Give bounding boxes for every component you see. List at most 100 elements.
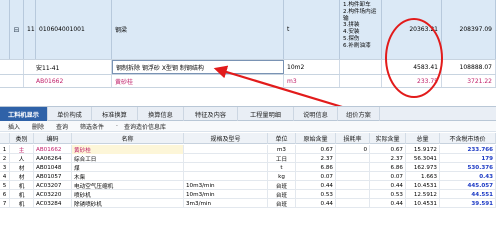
cell-loss[interactable] — [336, 190, 370, 199]
collapse-icon[interactable]: ⊟ — [10, 0, 24, 59]
cell-loss[interactable] — [336, 154, 370, 163]
cell-unit[interactable]: 工日 — [268, 154, 296, 163]
cell-name[interactable]: 煤 — [72, 163, 184, 172]
cell-loss[interactable] — [336, 163, 370, 172]
cell-idx: 2 — [0, 154, 10, 163]
cell-total[interactable]: 10.4531 — [406, 181, 440, 190]
cell-orig[interactable]: 2.37 — [296, 154, 336, 163]
cell-name[interactable]: 综合工日 — [72, 154, 184, 163]
tab-description[interactable]: 说明信息 — [294, 107, 338, 121]
cell-loss[interactable]: 0 — [336, 145, 370, 154]
cell-actual[interactable]: 2.37 — [370, 154, 406, 163]
table-row[interactable]: 4 材 AB01057 木柴 kg 0.07 0.07 1.663 0.43 — [0, 172, 496, 181]
cell-price[interactable]: 179 — [440, 154, 496, 163]
cell-actual[interactable]: 0.53 — [370, 190, 406, 199]
cell-name[interactable]: 木柴 — [72, 172, 184, 181]
quota-name-input[interactable]: 钢制拆除 钢浮砂 X型钢 制钢结构 — [112, 60, 284, 74]
table-row[interactable]: 7 机 AC03284 除锈喷砂机 3m3/min 台班 0.44 0.44 10.4531 39… — [0, 199, 496, 208]
cell-loss[interactable] — [336, 199, 370, 208]
tab-labor-material-machine[interactable]: 工料机显示 — [0, 107, 48, 121]
cell-spec[interactable]: 10m3/min — [184, 181, 268, 190]
cell-name[interactable]: 喷砂机 — [72, 190, 184, 199]
cell-cat[interactable]: 材 — [10, 172, 34, 181]
cell-actual[interactable]: 0.67 — [370, 145, 406, 154]
cell-loss[interactable] — [336, 181, 370, 190]
cell-cat[interactable]: 人 — [10, 154, 34, 163]
cell-cat[interactable]: 机 — [10, 181, 34, 190]
cell-orig[interactable]: 0.07 — [296, 172, 336, 181]
table-row[interactable]: 1 主 AB01662 黄砂桂 m3 0.67 0 0.67 15.9172 233.766 — [0, 145, 496, 154]
tab-quantity-details[interactable]: 工程量明细 — [238, 107, 294, 121]
cell-spec[interactable]: 3m3/min — [184, 199, 268, 208]
cell-price[interactable]: 44.551 — [440, 190, 496, 199]
material-total: 3721.22 — [442, 75, 496, 87]
cell-total[interactable]: 10.4531 — [406, 199, 440, 208]
cell-price[interactable]: 39.591 — [440, 199, 496, 208]
tab-pricing-plan[interactable]: 组价方案 — [338, 107, 380, 121]
cell-actual[interactable]: 0.44 — [370, 181, 406, 190]
cell-code[interactable]: AB01662 — [34, 145, 72, 154]
row-index: 11 — [24, 0, 36, 59]
filter-button[interactable]: 筛选条件 — [80, 121, 104, 132]
cell-price[interactable]: 445.057 — [440, 181, 496, 190]
cell-cat[interactable]: 机 — [10, 190, 34, 199]
cell-unit[interactable]: 台班 — [268, 190, 296, 199]
item-name: 钢梁 — [112, 0, 284, 59]
cell-total[interactable]: 15.9172 — [406, 145, 440, 154]
cell-spec[interactable] — [184, 163, 268, 172]
cell-code[interactable]: AC03284 — [34, 199, 72, 208]
detail-tabs: 工料机显示 单价构成 标准换算 换算信息 特征及内容 工程量明细 说明信息 组价… — [0, 106, 496, 121]
cell-total[interactable]: 12.5912 — [406, 190, 440, 199]
cell-actual[interactable]: 0.07 — [370, 172, 406, 181]
cell-orig[interactable]: 0.44 — [296, 181, 336, 190]
table-row[interactable]: 6 机 AC03220 喷砂机 10m3/min 台班 0.53 0.53 12.5912 44.… — [0, 190, 496, 199]
cell-unit[interactable]: t — [268, 163, 296, 172]
tab-unit-price-composition[interactable]: 单价构成 — [48, 107, 92, 121]
material-code: AB01662 — [24, 75, 112, 87]
cell-price[interactable]: 233.766 — [440, 145, 496, 154]
cell-price[interactable]: 530.376 — [440, 163, 496, 172]
item-total: 208397.09 — [442, 0, 496, 59]
cell-unit[interactable]: kg — [268, 172, 296, 181]
insert-button[interactable]: 插入 — [8, 121, 20, 132]
cell-unit[interactable]: 台班 — [268, 199, 296, 208]
table-row[interactable]: 2 人 AA06264 综合工日 工日 2.37 2.37 56.3041 179 — [0, 154, 496, 163]
cell-actual[interactable]: 0.44 — [370, 199, 406, 208]
tab-features-content[interactable]: 特征及内容 — [184, 107, 238, 121]
cell-cat[interactable]: 材 — [10, 163, 34, 172]
delete-button[interactable]: 删除 — [32, 121, 44, 132]
cell-code[interactable]: AB01057 — [34, 172, 72, 181]
tab-conversion-info[interactable]: 换算信息 — [138, 107, 184, 121]
cell-name[interactable]: 黄砂桂 — [72, 145, 184, 154]
cell-unit[interactable]: m3 — [268, 145, 296, 154]
query-button[interactable]: 查询 — [56, 121, 68, 132]
tab-standard-conversion[interactable]: 标准换算 — [92, 107, 138, 121]
cell-orig[interactable]: 0.67 — [296, 145, 336, 154]
cell-code[interactable]: AB01048 — [34, 163, 72, 172]
cell-total[interactable]: 56.3041 — [406, 154, 440, 163]
cell-total[interactable]: 162.973 — [406, 163, 440, 172]
cell-total[interactable]: 1.663 — [406, 172, 440, 181]
cell-cat[interactable]: 主 — [10, 145, 34, 154]
cell-orig[interactable]: 6.86 — [296, 163, 336, 172]
cell-spec[interactable]: 10m3/min — [184, 190, 268, 199]
cell-name[interactable]: 电动空气压缩机 — [72, 181, 184, 190]
cell-spec[interactable] — [184, 145, 268, 154]
cell-actual[interactable]: 6.86 — [370, 163, 406, 172]
cell-name[interactable]: 除锈喷砂机 — [72, 199, 184, 208]
cell-code[interactable]: AC03220 — [34, 190, 72, 199]
price-library-button[interactable]: 查询造价信息库 — [124, 121, 166, 132]
cell-orig[interactable]: 0.44 — [296, 199, 336, 208]
cell-price[interactable]: 0.43 — [440, 172, 496, 181]
cell-orig[interactable]: 0.53 — [296, 190, 336, 199]
cell-cat[interactable]: 机 — [10, 199, 34, 208]
cell-spec[interactable] — [184, 154, 268, 163]
quota-code: 安11-41 — [24, 60, 112, 74]
table-row[interactable]: 3 材 AB01048 煤 t 6.86 6.86 162.973 530.376 — [0, 163, 496, 172]
cell-loss[interactable] — [336, 172, 370, 181]
cell-code[interactable]: AA06264 — [34, 154, 72, 163]
cell-unit[interactable]: 台班 — [268, 181, 296, 190]
cell-code[interactable]: AC03207 — [34, 181, 72, 190]
cell-spec[interactable] — [184, 172, 268, 181]
table-row[interactable]: 5 机 AC03207 电动空气压缩机 10m3/min 台班 0.44 0.44 10.453… — [0, 181, 496, 190]
